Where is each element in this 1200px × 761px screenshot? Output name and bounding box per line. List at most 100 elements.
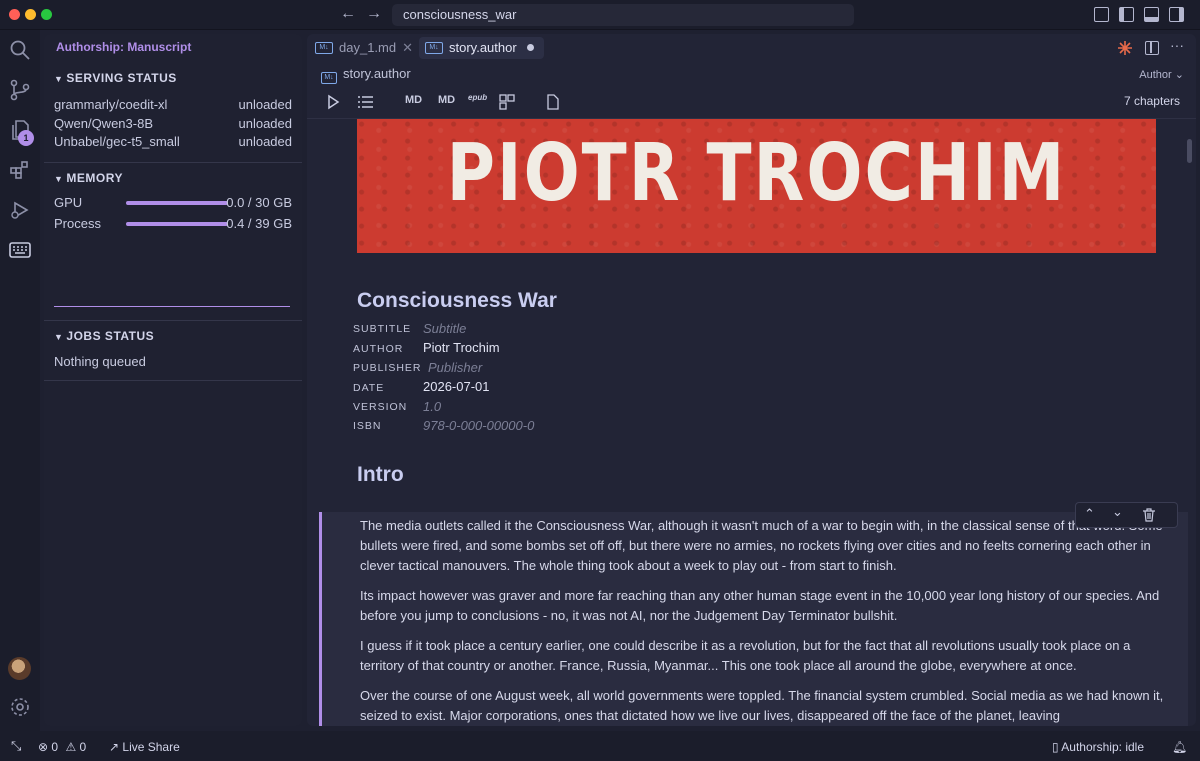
paragraph[interactable]: The media outlets called it the Consciou… bbox=[360, 516, 1170, 576]
breadcrumb-file: story.author bbox=[343, 66, 411, 81]
authorship-sidebar: Authorship: Manuscript ▼ SERVING STATUS g… bbox=[44, 34, 302, 726]
meta-subtitle-label: SUBTITLE bbox=[353, 323, 412, 335]
model-name: Qwen/Qwen3-8B bbox=[54, 116, 153, 131]
status-bar: ⤡ ⊗ 0 ⚠ 0 ↗ Live Share ▯ Authorship: idl… bbox=[0, 731, 1200, 761]
memory-label: MEMORY bbox=[66, 171, 123, 185]
move-down-icon[interactable]: ⌄ bbox=[1112, 504, 1123, 520]
markdown-icon: M↓ bbox=[321, 72, 337, 84]
meta-date-label: DATE bbox=[353, 382, 385, 394]
title-bar: ← → consciousness_war bbox=[0, 0, 1200, 30]
document-scroll-area[interactable]: PIOTR TROCHIM Consciousness War SUBTITLE… bbox=[307, 119, 1196, 726]
tab-day-1[interactable]: M↓ day_1.md ✕ bbox=[309, 37, 423, 59]
run-debug-icon[interactable] bbox=[8, 198, 32, 222]
memory-header[interactable]: ▼ MEMORY bbox=[54, 171, 123, 185]
author-dropdown[interactable]: Author ⌄ bbox=[1139, 68, 1184, 81]
model-status: unloaded bbox=[238, 116, 293, 131]
paragraph[interactable]: Over the course of one August week, all … bbox=[360, 686, 1170, 726]
remote-indicator-icon[interactable]: ⤡ bbox=[11, 738, 21, 754]
markdown-icon: M↓ bbox=[315, 42, 333, 54]
cell-toolbar: ⌃ ⌄ bbox=[1075, 502, 1178, 528]
book-icon: ▯ bbox=[1052, 740, 1059, 754]
editor-group: M↓ day_1.md ✕ M↓ story.author ··· M↓ story.a… bbox=[307, 34, 1196, 726]
source-control-icon[interactable] bbox=[8, 78, 32, 102]
document-check-icon[interactable] bbox=[545, 94, 560, 110]
search-icon[interactable] bbox=[8, 38, 32, 62]
error-count: 0 bbox=[51, 740, 59, 754]
tab-story-author[interactable]: M↓ story.author bbox=[419, 37, 544, 59]
delete-trash-icon[interactable] bbox=[1142, 508, 1156, 522]
markdown-icon: M↓ bbox=[425, 42, 443, 54]
section-divider bbox=[44, 162, 302, 163]
jobs-status-header[interactable]: ▼ JOBS STATUS bbox=[54, 329, 154, 343]
close-icon[interactable]: ✕ bbox=[402, 40, 413, 55]
serving-status-header[interactable]: ▼ SERVING STATUS bbox=[54, 71, 177, 85]
gpu-value: 0.0 / 30 GB bbox=[226, 195, 292, 210]
model-row: Unbabel/gec-t5_small unloaded bbox=[54, 133, 292, 151]
vertical-scrollbar[interactable] bbox=[1187, 139, 1192, 163]
chevron-down-icon: ⌄ bbox=[1174, 69, 1184, 81]
maximize-window-button[interactable] bbox=[41, 9, 52, 20]
move-up-icon[interactable]: ⌃ bbox=[1084, 506, 1095, 522]
error-icon: ⊗ bbox=[38, 740, 49, 754]
jobs-status-value: Nothing queued bbox=[54, 354, 146, 369]
model-name: Unbabel/gec-t5_small bbox=[54, 134, 180, 149]
run-all-icon[interactable] bbox=[325, 94, 341, 110]
gpu-memory-row: GPU 0.0 / 30 GB bbox=[54, 194, 292, 212]
tab-label: day_1.md bbox=[339, 40, 397, 55]
toggle-secondary-sidebar-icon[interactable] bbox=[1169, 7, 1184, 22]
meta-author-field[interactable]: Piotr Trochim bbox=[423, 340, 500, 355]
account-avatar[interactable] bbox=[8, 657, 31, 680]
export-markdown-alt-icon[interactable]: MD bbox=[438, 94, 455, 106]
process-memory-bar bbox=[126, 222, 228, 226]
sparkle-icon[interactable] bbox=[1117, 40, 1133, 56]
section-divider bbox=[44, 320, 302, 321]
meta-subtitle-field[interactable]: Subtitle bbox=[423, 321, 466, 336]
process-label: Process bbox=[54, 216, 101, 231]
live-share-icon: ↗ bbox=[109, 740, 120, 754]
problems-indicator[interactable]: ⊗ 0 ⚠ 0 bbox=[38, 740, 86, 754]
back-arrow-icon[interactable]: ← bbox=[338, 5, 358, 23]
layout-blocks-icon[interactable] bbox=[499, 94, 516, 110]
outline-icon[interactable] bbox=[357, 94, 374, 110]
section-divider bbox=[44, 380, 302, 381]
settings-gear-icon[interactable] bbox=[8, 695, 32, 719]
chevron-down-icon: ▼ bbox=[54, 74, 64, 84]
document-title[interactable]: Consciousness War bbox=[357, 289, 557, 313]
paragraph[interactable]: I guess if it took place a century earli… bbox=[360, 636, 1170, 676]
chapter-count: 7 chapters bbox=[1123, 94, 1180, 108]
meta-isbn-label: ISBN bbox=[353, 420, 382, 432]
command-center-search[interactable]: consciousness_war bbox=[392, 4, 854, 26]
export-markdown-icon[interactable]: MD bbox=[405, 94, 422, 106]
extensions-icon[interactable] bbox=[8, 158, 32, 182]
split-editor-icon[interactable] bbox=[1145, 41, 1159, 55]
typewriter-icon[interactable] bbox=[8, 238, 32, 262]
toggle-primary-sidebar-icon[interactable] bbox=[1119, 7, 1134, 22]
live-share-label: Live Share bbox=[122, 740, 180, 754]
export-epub-icon[interactable]: epub bbox=[468, 93, 487, 102]
sidebar-title: Authorship: Manuscript bbox=[56, 40, 192, 54]
process-value: 0.4 / 39 GB bbox=[226, 216, 292, 231]
gpu-label: GPU bbox=[54, 195, 83, 210]
meta-date-field[interactable]: 2026-07-01 bbox=[423, 379, 490, 394]
breadcrumb[interactable]: M↓ story.author bbox=[321, 66, 411, 84]
live-share-button[interactable]: ↗ Live Share bbox=[109, 740, 180, 754]
toggle-panel-icon[interactable] bbox=[1144, 7, 1159, 22]
authorship-status-button[interactable]: ▯ Authorship: idle bbox=[1052, 740, 1144, 754]
customize-layout-icon[interactable] bbox=[1094, 7, 1109, 22]
chapter-heading[interactable]: Intro bbox=[357, 463, 404, 487]
meta-publisher-field[interactable]: Publisher bbox=[428, 360, 482, 375]
close-window-button[interactable] bbox=[9, 9, 20, 20]
notifications-bell-icon[interactable]: 🔔︎ bbox=[1172, 740, 1187, 754]
model-status: unloaded bbox=[238, 97, 293, 112]
minimize-window-button[interactable] bbox=[25, 9, 36, 20]
meta-isbn-field[interactable]: 978-0-000-00000-0 bbox=[423, 418, 534, 433]
activity-bar: 1 bbox=[0, 30, 40, 731]
process-memory-row: Process 0.4 / 39 GB bbox=[54, 215, 292, 233]
forward-arrow-icon[interactable]: → bbox=[364, 5, 384, 23]
unsaved-dot-icon[interactable] bbox=[526, 44, 534, 51]
jobs-status-text: Nothing queued bbox=[54, 353, 292, 371]
meta-version-field[interactable]: 1.0 bbox=[423, 399, 441, 414]
paragraph[interactable]: Its impact however was graver and more f… bbox=[360, 586, 1170, 626]
text-cell[interactable]: The media outlets called it the Consciou… bbox=[319, 512, 1188, 726]
more-actions-icon[interactable]: ··· bbox=[1170, 37, 1184, 53]
